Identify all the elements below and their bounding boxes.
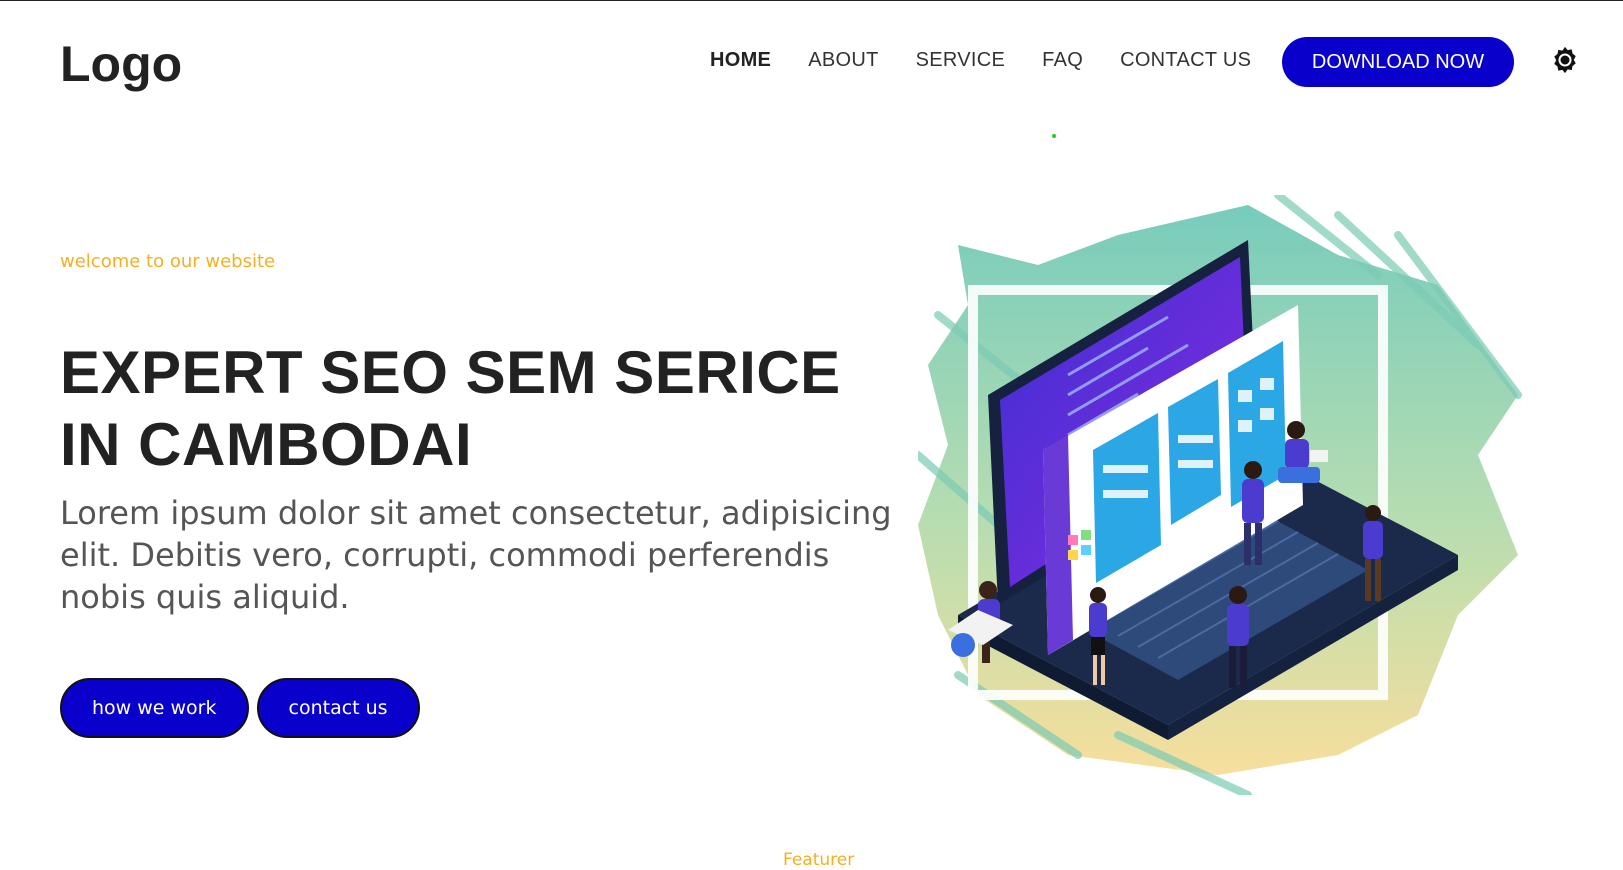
site-header: Logo HOME ABOUT SERVICE FAQ CONTACT US D…	[0, 1, 1623, 138]
nav-item-home[interactable]: HOME	[710, 49, 771, 72]
hero-title: EXPERT SEO SEM SERICE IN CAMBODAI	[60, 337, 890, 481]
hero-buttons: how we work contact us	[60, 678, 428, 738]
hero-description: Lorem ipsum dolor sit amet consectetur, …	[60, 494, 892, 616]
nav-item-contact-us[interactable]: CONTACT US	[1120, 49, 1251, 72]
nav-item-about[interactable]: ABOUT	[808, 49, 878, 72]
download-now-button[interactable]: DOWNLOAD NOW	[1282, 37, 1514, 87]
nav-item-faq[interactable]: FAQ	[1042, 49, 1083, 72]
status-dot	[1052, 134, 1056, 138]
hero-title-line-2: IN CAMBODAI	[60, 411, 473, 478]
main-nav: HOME ABOUT SERVICE FAQ CONTACT US	[710, 49, 1288, 72]
section-label-featurer: Featurer	[783, 850, 855, 870]
gear-icon[interactable]	[1550, 45, 1580, 75]
contact-us-button[interactable]: contact us	[256, 678, 420, 738]
logo[interactable]: Logo	[60, 35, 182, 93]
hero-title-line-1: EXPERT SEO SEM SERICE	[60, 339, 841, 406]
welcome-text: welcome to our website	[60, 251, 276, 272]
how-we-work-button[interactable]: how we work	[60, 678, 249, 738]
nav-item-service[interactable]: SERVICE	[916, 49, 1006, 72]
isometric-laptop-team-illustration	[918, 195, 1522, 795]
